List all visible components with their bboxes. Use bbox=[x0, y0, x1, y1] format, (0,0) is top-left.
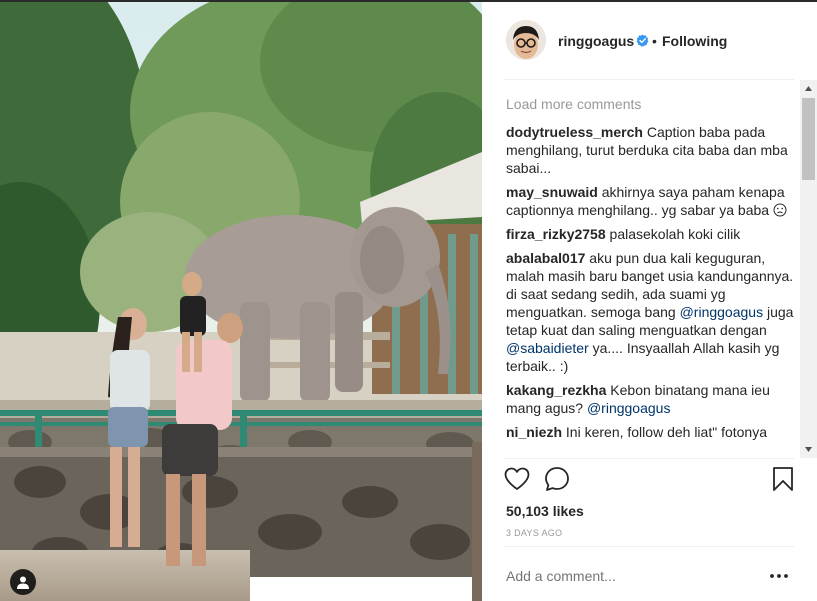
comment-text: palasekolah koki cilik bbox=[609, 226, 741, 242]
header-divider bbox=[504, 79, 794, 80]
add-comment-input[interactable] bbox=[506, 568, 746, 584]
author-avatar[interactable] bbox=[506, 20, 546, 60]
comment-username[interactable]: ni_niezh bbox=[506, 424, 562, 440]
like-button[interactable] bbox=[502, 464, 532, 494]
comment-bubble-icon bbox=[545, 467, 569, 491]
comment-item: firza_rizky2758 palasekolah koki cilik bbox=[506, 225, 796, 243]
comment-text: Ini keren, follow deh liat" fotonya bbox=[565, 424, 767, 440]
comment-username[interactable]: abalabal017 bbox=[506, 250, 585, 266]
user-tag-button[interactable] bbox=[10, 569, 36, 595]
comment-username[interactable]: dodytrueless_merch bbox=[506, 124, 643, 140]
sad-face-icon bbox=[773, 203, 787, 217]
bookmark-icon bbox=[773, 467, 793, 491]
footer-divider bbox=[504, 546, 794, 547]
comment-item: ni_niezh Ini keren, follow deh liat" fot… bbox=[506, 423, 796, 441]
scroll-down-arrow[interactable] bbox=[800, 441, 817, 458]
mention-link[interactable]: @ringgoagus bbox=[587, 400, 671, 416]
author-username[interactable]: ringgoagus bbox=[558, 33, 634, 49]
comment-username[interactable]: may_snuwaid bbox=[506, 184, 598, 200]
scroll-thumb[interactable] bbox=[802, 98, 815, 180]
comment-item: abalabal017 aku pun dua kali keguguran, … bbox=[506, 249, 796, 375]
comment-username[interactable]: kakang_rezkha bbox=[506, 382, 606, 398]
comment-item: dodytrueless_merch Caption baba pada men… bbox=[506, 123, 796, 177]
mention-link[interactable]: @sabaidieter bbox=[506, 340, 589, 356]
photo-illustration bbox=[0, 2, 482, 601]
comment-item: may_snuwaid akhirnya saya paham kenapa c… bbox=[506, 183, 796, 219]
header-separator: • bbox=[652, 33, 657, 49]
comment-item: kakang_rezkha Kebon binatang mana ieu ma… bbox=[506, 381, 796, 417]
post-header: ringgoagus • Following bbox=[482, 2, 817, 80]
comments-list: Load more comments dodytrueless_merch Ca… bbox=[506, 92, 796, 454]
scroll-down-icon bbox=[805, 447, 812, 452]
scroll-up-arrow[interactable] bbox=[800, 80, 817, 97]
post-timestamp[interactable]: 3 DAYS AGO bbox=[506, 528, 562, 538]
heart-icon bbox=[504, 467, 530, 490]
mention-link[interactable]: @ringgoagus bbox=[680, 304, 764, 320]
scroll-up-icon bbox=[805, 86, 812, 91]
post-photo[interactable] bbox=[0, 2, 482, 601]
verified-badge-icon bbox=[636, 34, 649, 47]
post-actions bbox=[482, 464, 817, 500]
comments-scrollbar[interactable] bbox=[800, 80, 817, 458]
following-button[interactable]: Following bbox=[662, 33, 727, 49]
user-tag-icon bbox=[17, 576, 29, 589]
like-count[interactable]: 50,103 likes bbox=[506, 503, 584, 519]
comments-divider bbox=[504, 458, 794, 459]
more-options-icon bbox=[770, 574, 788, 578]
load-more-comments-link[interactable]: Load more comments bbox=[506, 95, 796, 113]
avatar-image bbox=[506, 20, 546, 60]
comment-username[interactable]: firza_rizky2758 bbox=[506, 226, 606, 242]
more-options-button[interactable] bbox=[766, 566, 792, 586]
post-side-panel: ringgoagus • Following Load more comment… bbox=[482, 2, 817, 601]
save-button[interactable] bbox=[768, 464, 798, 494]
comment-button[interactable] bbox=[542, 464, 572, 494]
